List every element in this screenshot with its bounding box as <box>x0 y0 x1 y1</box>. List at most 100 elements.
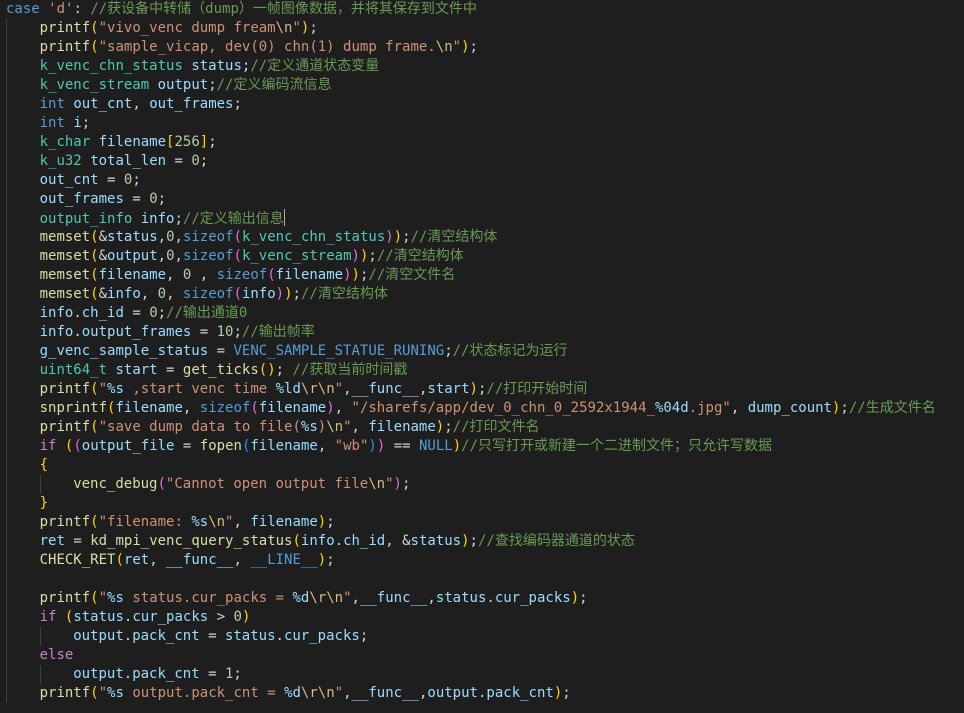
code-line[interactable]: int out_cnt, out_frames; <box>0 95 964 114</box>
code-token: __func__ <box>359 590 428 606</box>
code-token: snprintf <box>39 400 108 416</box>
code-token: filename <box>368 419 436 435</box>
code-token: info <box>107 286 141 302</box>
code-line[interactable]: info.ch_id = 0;//输出通道0 <box>0 304 964 323</box>
code-line[interactable]: memset(filename, 0 , sizeof(filename));/… <box>0 266 964 285</box>
code-text: { <box>40 457 48 473</box>
code-text: memset(&info, 0, sizeof(info));//清空结构体 <box>40 286 388 302</box>
code-line[interactable]: memset(&info, 0, sizeof(info));//清空结构体 <box>0 285 964 304</box>
code-line[interactable]: output.pack_cnt = status.cur_packs; <box>0 627 964 646</box>
code-line[interactable]: printf("%s status.cur_packs = %d\r\n",__… <box>0 589 964 608</box>
code-line[interactable]: output_info info;//定义输出信息 <box>0 209 964 228</box>
code-token: ) <box>241 609 251 625</box>
code-token: > <box>208 609 234 625</box>
code-token: start <box>427 381 470 397</box>
code-token: , <box>730 400 748 416</box>
code-token: fopen <box>199 438 242 454</box>
code-line[interactable]: g_venc_sample_status = VENC_SAMPLE_STATU… <box>0 342 964 361</box>
code-text: output.pack_cnt = status.cur_packs; <box>73 628 368 644</box>
code-token: ( <box>90 248 99 264</box>
code-line[interactable]: printf("save dump data to file(%s)\n", f… <box>0 418 964 437</box>
code-token: 0 <box>191 153 200 169</box>
code-token: "vivo_venc dump fream <box>98 20 276 36</box>
code-token: ( <box>90 39 99 55</box>
code-line[interactable]: memset(&status,0,sizeof(k_venc_chn_statu… <box>0 228 964 247</box>
code-token: printf <box>39 590 91 606</box>
code-line[interactable]: printf("filename: %s\n", filename); <box>0 513 964 532</box>
code-editor[interactable]: case 'd': //获设备中转储（dump）一帧图像数据，并将其保存到文件中… <box>0 0 964 713</box>
code-token: . <box>486 590 495 606</box>
code-token: //打印文件名 <box>452 419 540 435</box>
code-token: __func__ <box>351 381 419 397</box>
code-line[interactable]: k_u32 total_len = 0; <box>0 152 964 171</box>
code-token: filename <box>115 400 183 416</box>
code-line[interactable]: int i; <box>0 114 964 133</box>
code-line[interactable]: printf("%s output.pack_cnt = %d\r\n",__f… <box>0 684 964 703</box>
code-token: //状态标记为运行 <box>452 343 568 359</box>
code-line[interactable]: if ((output_file = fopen(filename, "wb")… <box>0 437 964 456</box>
code-line[interactable]: snprintf(filename, sizeof(filename), "/s… <box>0 399 964 418</box>
code-token: g_venc_sample_status <box>39 343 209 359</box>
code-token: ; <box>326 514 335 530</box>
code-text: memset(&status,0,sizeof(k_venc_chn_statu… <box>40 229 498 245</box>
code-token: & <box>98 229 108 245</box>
code-line[interactable] <box>0 570 964 589</box>
code-token: " <box>334 685 344 701</box>
code-token: ( <box>250 400 259 416</box>
code-line[interactable]: case 'd': //获设备中转储（dump）一帧图像数据，并将其保存到文件中 <box>0 0 964 19</box>
code-line[interactable]: memset(&output,0,sizeof(k_venc_stream));… <box>0 247 964 266</box>
code-token: = <box>123 305 150 321</box>
code-line[interactable]: { <box>0 456 964 475</box>
code-token: info <box>39 305 74 321</box>
code-token: printf <box>39 20 91 36</box>
code-text: memset(filename, 0 , sizeof(filename));/… <box>40 267 456 283</box>
code-line[interactable]: CHECK_RET(ret, __func__, __LINE__); <box>0 551 964 570</box>
code-text: memset(&output,0,sizeof(k_venc_stream));… <box>40 248 464 264</box>
code-line[interactable]: else <box>0 646 964 665</box>
code-token: info <box>300 533 335 549</box>
code-token: k_venc_chn_status <box>241 229 386 245</box>
code-line[interactable]: printf("sample_vicap, dev(0) chn(1) dump… <box>0 38 964 57</box>
code-line[interactable]: out_cnt = 0; <box>0 171 964 190</box>
code-token: total_len <box>90 153 167 169</box>
code-token: else <box>39 647 74 663</box>
code-line[interactable]: } <box>0 494 964 513</box>
code-line[interactable]: info.output_frames = 10;//输出帧率 <box>0 323 964 342</box>
code-token: filename <box>250 438 318 454</box>
code-line[interactable]: ret = kd_mpi_venc_query_status(info.ch_i… <box>0 532 964 551</box>
code-token: ) <box>275 286 285 302</box>
code-line[interactable]: venc_debug("Cannot open output file\n"); <box>0 475 964 494</box>
code-token: ; <box>402 229 411 245</box>
indent-guide <box>6 608 7 627</box>
code-line[interactable]: output.pack_cnt = 1; <box>0 665 964 684</box>
code-token: ; <box>444 343 453 359</box>
code-line[interactable]: out_frames = 0; <box>0 190 964 209</box>
indent-guide <box>6 494 7 513</box>
code-text: ret = kd_mpi_venc_query_status(info.ch_i… <box>40 533 635 549</box>
code-line[interactable]: printf("vivo_venc dump fream\n"); <box>0 19 964 38</box>
code-token: k_u32 <box>39 153 82 169</box>
code-token: } <box>39 495 49 511</box>
code-line[interactable]: printf("%s ,start venc time %ld\r\n",__f… <box>0 380 964 399</box>
indent-guide <box>6 361 7 380</box>
code-token: output_frames <box>81 324 192 340</box>
code-token: = <box>199 666 225 682</box>
code-token: ( <box>90 20 99 36</box>
code-token: \n <box>326 419 344 435</box>
code-token: memset <box>39 286 91 302</box>
indent-guide <box>6 171 7 190</box>
code-token: out_frames <box>149 96 234 112</box>
code-token: ; <box>233 96 242 112</box>
code-line[interactable]: k_venc_chn_status status;//定义通道状态变量 <box>0 57 964 76</box>
code-line[interactable]: if (status.cur_packs > 0) <box>0 608 964 627</box>
code-line[interactable]: uint64_t start = get_ticks(); //获取当前时间戳 <box>0 361 964 380</box>
code-token: ( <box>90 381 99 397</box>
code-token: & <box>98 286 108 302</box>
code-token: out_frames <box>39 191 124 207</box>
code-token: . <box>123 628 133 644</box>
code-token: ) <box>317 552 327 568</box>
code-token: \n <box>435 39 453 55</box>
code-line[interactable]: k_char filename[256]; <box>0 133 964 152</box>
code-line[interactable]: k_venc_stream output;//定义编码流信息 <box>0 76 964 95</box>
code-token: ret <box>123 552 150 568</box>
